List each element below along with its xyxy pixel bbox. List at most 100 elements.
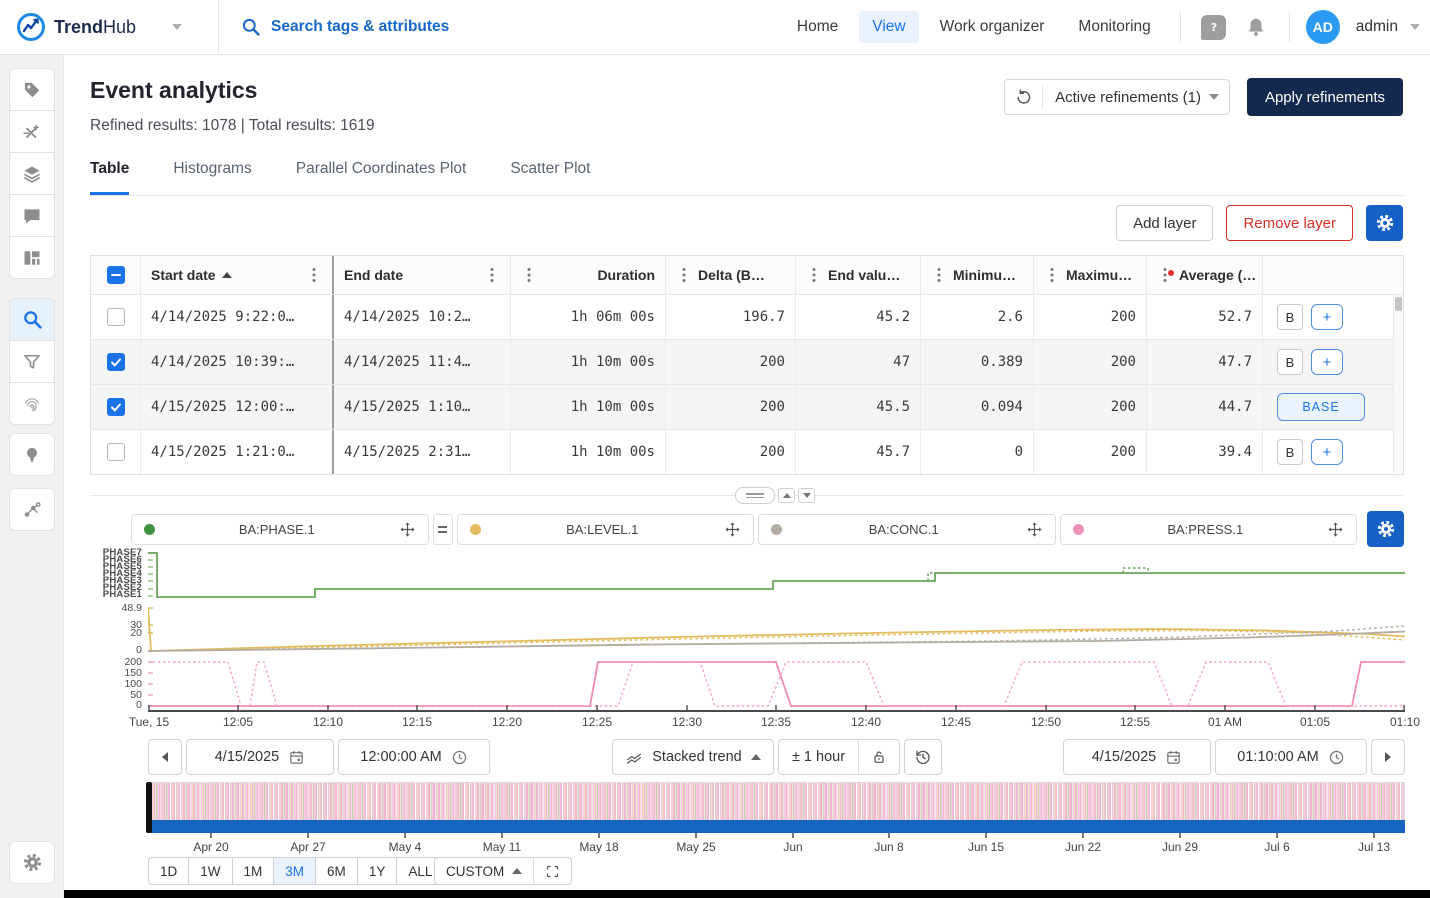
table-row[interactable]: 4/14/2025 10:39:… 4/14/2025 11:4… 1h 10m… xyxy=(91,339,1403,384)
nav-item-view[interactable]: View xyxy=(859,11,918,43)
timeline-handle[interactable] xyxy=(146,782,152,833)
column-menu-icon[interactable] xyxy=(484,267,500,283)
app-logo[interactable]: TrendHub xyxy=(16,12,136,42)
notifications-button[interactable] xyxy=(1239,10,1273,44)
row-checkbox[interactable] xyxy=(107,353,125,371)
sidebar-item-dashboard[interactable] xyxy=(9,236,55,279)
column-header-delta[interactable]: Delta (B… xyxy=(698,267,765,283)
range-1y[interactable]: 1Y xyxy=(357,857,398,885)
column-menu-icon[interactable] xyxy=(1044,267,1060,283)
timeline-density-band[interactable] xyxy=(148,782,1405,820)
timeline-selection-bar[interactable] xyxy=(148,820,1405,833)
tab-parallel-coordinates[interactable]: Parallel Coordinates Plot xyxy=(296,160,467,195)
time-window-button[interactable]: ± 1 hour xyxy=(779,740,858,774)
sidebar-item-filter[interactable] xyxy=(9,340,55,383)
tab-scatter-plot[interactable]: Scatter Plot xyxy=(510,160,590,195)
legend-pill-press[interactable]: BA:PRESS.1 xyxy=(1060,514,1358,545)
sidebar-item-model[interactable] xyxy=(9,488,55,531)
sidebar-item-fingerprint[interactable] xyxy=(9,382,55,425)
legend-pill-phase[interactable]: BA:PHASE.1 xyxy=(131,514,429,545)
start-date-picker[interactable]: 4/15/2025 xyxy=(186,739,334,775)
table-settings-button[interactable] xyxy=(1366,205,1403,241)
column-menu-icon[interactable] xyxy=(306,267,322,283)
table-scrollbar[interactable] xyxy=(1393,295,1403,473)
expand-range-button[interactable] xyxy=(533,858,571,884)
nav-item-monitoring[interactable]: Monitoring xyxy=(1065,11,1163,43)
tab-histograms[interactable]: Histograms xyxy=(173,160,251,195)
step-back-button[interactable] xyxy=(148,739,182,775)
lock-window-button[interactable] xyxy=(858,740,899,774)
user-avatar[interactable]: AD xyxy=(1306,10,1340,44)
column-menu-icon[interactable] xyxy=(806,267,822,283)
table-row[interactable]: 4/15/2025 1:21:0… 4/15/2025 2:31… 1h 10m… xyxy=(91,429,1403,474)
sidebar-item-comments[interactable] xyxy=(9,194,55,237)
trend-settings-button[interactable] xyxy=(1367,511,1404,547)
column-header-duration[interactable]: Duration xyxy=(597,267,655,283)
active-refinements-dropdown[interactable]: Active refinements (1) xyxy=(1004,79,1230,115)
column-menu-icon[interactable] xyxy=(931,267,947,283)
legend-pill-conc[interactable]: BA:CONC.1 xyxy=(758,514,1056,545)
apply-refinements-button[interactable]: Apply refinements xyxy=(1247,78,1403,116)
start-time-picker[interactable]: 12:00:00 AM xyxy=(338,739,490,775)
column-header-end-value[interactable]: End valu… xyxy=(828,267,900,283)
base-toggle-button[interactable]: B xyxy=(1277,349,1303,375)
user-menu-caret-icon[interactable] xyxy=(1410,24,1420,30)
row-checkbox[interactable] xyxy=(107,443,125,461)
end-time-picker[interactable]: 01:10:00 AM xyxy=(1215,739,1367,775)
add-to-trend-button[interactable]: + xyxy=(1311,439,1343,465)
column-menu-icon[interactable] xyxy=(521,267,537,283)
remove-layer-button[interactable]: Remove layer xyxy=(1226,205,1353,241)
splitter-handle[interactable] xyxy=(735,487,775,504)
scrollbar-thumb[interactable] xyxy=(1395,297,1402,311)
timeline-overview[interactable] xyxy=(148,782,1405,833)
column-menu-icon[interactable] xyxy=(1157,267,1173,283)
tab-table[interactable]: Table xyxy=(90,160,129,195)
range-1m[interactable]: 1M xyxy=(232,857,275,885)
move-icon[interactable] xyxy=(1327,521,1344,538)
sidebar-item-layers[interactable] xyxy=(9,152,55,195)
add-to-trend-button[interactable]: + xyxy=(1311,304,1343,330)
sidebar-item-search[interactable] xyxy=(9,298,55,341)
column-header-average[interactable]: Average (… xyxy=(1179,267,1256,283)
move-icon[interactable] xyxy=(399,521,416,538)
range-6m[interactable]: 6M xyxy=(315,857,358,885)
column-header-end-date[interactable]: End date xyxy=(344,267,403,283)
trend-plot-area[interactable] xyxy=(148,548,1407,716)
base-toggle-button[interactable]: B xyxy=(1277,439,1303,465)
end-date-picker[interactable]: 4/15/2025 xyxy=(1063,739,1211,775)
move-icon[interactable] xyxy=(1026,521,1043,538)
base-toggle-button[interactable]: B xyxy=(1277,304,1303,330)
move-icon[interactable] xyxy=(724,521,741,538)
select-all-checkbox[interactable] xyxy=(107,266,125,284)
compare-equals-icon[interactable] xyxy=(433,514,453,545)
column-header-maximum[interactable]: Maximu… xyxy=(1066,267,1132,283)
sidebar-item-calculations[interactable] xyxy=(9,110,55,153)
column-header-start-date[interactable]: Start date xyxy=(151,267,216,283)
add-layer-button[interactable]: Add layer xyxy=(1116,205,1213,241)
nav-item-work-organizer[interactable]: Work organizer xyxy=(927,11,1058,43)
row-checkbox[interactable] xyxy=(107,398,125,416)
range-3m[interactable]: 3M xyxy=(273,857,316,885)
range-1w[interactable]: 1W xyxy=(188,857,232,885)
table-row[interactable]: 4/14/2025 9:22:0… 4/14/2025 10:2… 1h 06m… xyxy=(91,294,1403,339)
legend-pill-level[interactable]: BA:LEVEL.1 xyxy=(457,514,755,545)
collapse-up-button[interactable] xyxy=(778,488,795,503)
add-to-trend-button[interactable]: + xyxy=(1311,349,1343,375)
step-forward-button[interactable] xyxy=(1371,739,1405,775)
custom-range-button[interactable]: CUSTOM xyxy=(435,858,533,884)
sidebar-item-tags[interactable] xyxy=(9,68,55,111)
sidebar-item-settings[interactable] xyxy=(9,841,55,884)
nav-item-home[interactable]: Home xyxy=(784,11,851,43)
base-badge-button[interactable]: BASE xyxy=(1277,393,1365,421)
reset-refinements-icon[interactable] xyxy=(1005,86,1043,108)
column-header-minimum[interactable]: Minimu… xyxy=(953,267,1016,283)
collapse-down-button[interactable] xyxy=(798,488,815,503)
trend-type-dropdown[interactable]: Stacked trend xyxy=(612,739,774,775)
column-menu-icon[interactable] xyxy=(676,267,692,283)
brand-caret-icon[interactable] xyxy=(172,24,182,30)
panel-splitter[interactable] xyxy=(735,487,815,504)
global-search[interactable]: Search tags & attributes xyxy=(218,0,449,54)
table-row[interactable]: 4/15/2025 12:00:… 4/15/2025 1:10… 1h 10m… xyxy=(91,384,1403,429)
time-history-button[interactable] xyxy=(904,739,942,775)
stacked-trend-chart[interactable]: PHASE7 PHASE6 PHASE5 PHASE4 PHASE3 PHASE… xyxy=(64,548,1430,718)
